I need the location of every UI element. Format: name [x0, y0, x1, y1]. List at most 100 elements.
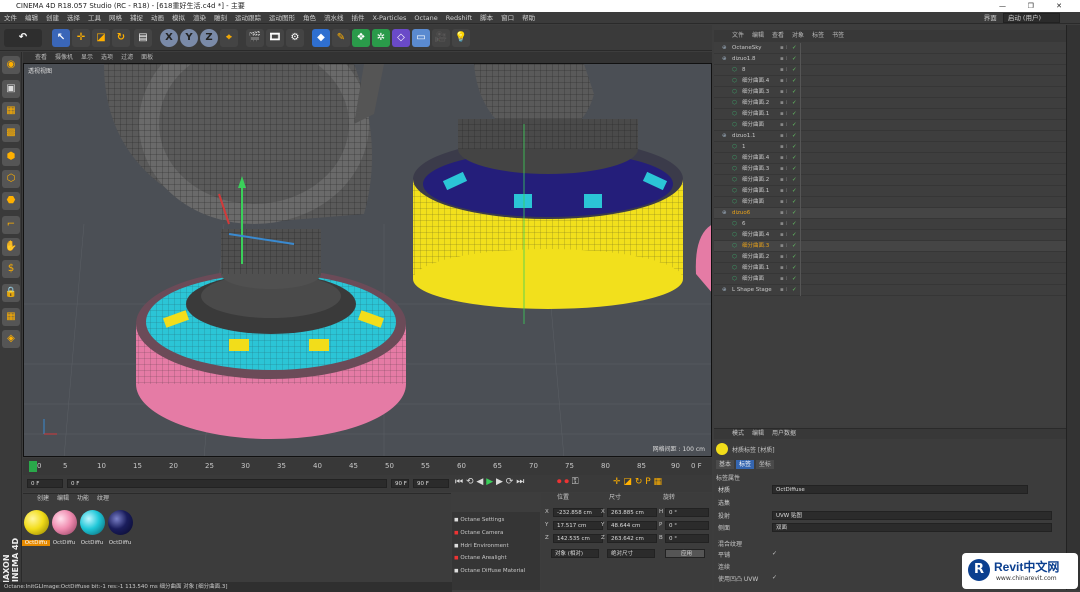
timeline[interactable]: 0 5 10 15 20 25 30 35 40 45 50 55 60 65 … — [23, 458, 712, 475]
object-name[interactable]: 细分曲面 — [742, 274, 764, 285]
menu-item[interactable]: 工具 — [84, 14, 105, 22]
visibility-dots[interactable]: ▪ ⁞ — [780, 43, 787, 54]
object-row[interactable]: ⬡ 6 ▪ ⁞ ✓ — [714, 219, 1066, 230]
projection-select[interactable]: UVW 贴图 — [772, 511, 1052, 520]
object-name[interactable]: 细分曲面.3 — [742, 164, 769, 175]
object-row[interactable]: ⬡ 细分曲面.3 ▪ ⁞ ✓ — [714, 87, 1066, 98]
key-rotation-icon[interactable]: ↻ — [635, 477, 643, 487]
menu-item[interactable]: 窗口 — [497, 14, 518, 22]
material-menu-item[interactable]: 创建 — [33, 495, 53, 502]
pen-icon[interactable]: ✎ — [332, 29, 350, 47]
go-start-icon[interactable]: ⏮ — [455, 477, 463, 487]
enable-check-icon[interactable]: ✓ — [792, 131, 797, 142]
object-name[interactable]: 细分曲面 — [742, 120, 764, 131]
menu-item[interactable]: 角色 — [299, 14, 320, 22]
position-x-field[interactable]: -232.858 cm — [553, 508, 603, 517]
object-name[interactable]: 细分曲面.3 — [742, 241, 769, 252]
prev-key-icon[interactable]: ⟲ — [466, 477, 474, 487]
enable-check-icon[interactable]: ✓ — [792, 98, 797, 109]
close-button[interactable]: ✕ — [1046, 0, 1072, 12]
object-menu-item[interactable]: 查看 — [768, 32, 788, 39]
object-name[interactable]: 细分曲面.4 — [742, 76, 769, 87]
record-icon[interactable]: ⏺ — [557, 477, 562, 487]
visibility-dots[interactable]: ▪ ⁞ — [780, 109, 787, 120]
key-param-icon[interactable]: P — [645, 477, 650, 487]
object-row[interactable]: ⊕ dizuo1.1 ▪ ⁞ ✓ — [714, 131, 1066, 142]
deformer-icon[interactable]: ◇ — [392, 29, 410, 47]
enable-check-icon[interactable]: ✓ — [792, 120, 797, 131]
octane-menu-item[interactable]: ◼ Hdri Environment — [454, 540, 540, 553]
key-scale-icon[interactable]: ◪ — [623, 477, 632, 487]
object-name[interactable]: dizuo6 — [732, 208, 750, 219]
visibility-dots[interactable]: ▪ ⁞ — [780, 65, 787, 76]
menu-item[interactable]: 编辑 — [21, 14, 42, 22]
visibility-dots[interactable]: ▪ ⁞ — [780, 175, 787, 186]
size-mode-select[interactable]: 绝对尺寸 — [607, 549, 655, 558]
enable-check-icon[interactable]: ✓ — [792, 65, 797, 76]
octane-menu-item[interactable]: ◼ Octane Camera — [454, 527, 540, 540]
prev-frame-icon[interactable]: ◀ — [476, 477, 483, 487]
menu-item[interactable]: 脚本 — [476, 14, 497, 22]
coordinate-system-icon[interactable]: ⌖ — [220, 29, 238, 47]
model-mode-icon[interactable]: ▣ — [2, 80, 20, 98]
move-icon[interactable]: ✛ — [72, 29, 90, 47]
menu-item[interactable]: 模拟 — [168, 14, 189, 22]
enable-check-icon[interactable]: ✓ — [792, 186, 797, 197]
max-frame-field[interactable]: 90 F — [413, 479, 449, 488]
apply-button[interactable]: 应用 — [665, 549, 705, 558]
enable-check-icon[interactable]: ✓ — [792, 252, 797, 263]
render-settings-icon[interactable]: ⚙ — [286, 29, 304, 47]
scale-icon[interactable]: ◪ — [92, 29, 110, 47]
cube-icon[interactable]: ◆ — [312, 29, 330, 47]
coord-mode-select[interactable]: 对象 (相对) — [551, 549, 599, 558]
layout-select[interactable]: 启动 (用户) — [1002, 13, 1060, 23]
menu-item[interactable]: 文件 — [0, 14, 21, 22]
subdivision-icon[interactable]: ❖ — [352, 29, 370, 47]
snap-icon[interactable]: $ — [2, 260, 20, 278]
render-picture-viewer-icon[interactable]: 🎞 — [266, 29, 284, 47]
viewport-menu-item[interactable]: 显示 — [77, 54, 97, 61]
material-swatch[interactable] — [80, 510, 105, 535]
cloner-icon[interactable]: ✲ — [372, 29, 390, 47]
attr-tab[interactable]: 基本 — [716, 460, 735, 469]
polygons-mode-icon[interactable]: ⬣ — [2, 192, 20, 210]
visibility-dots[interactable]: ▪ ⁞ — [780, 54, 787, 65]
object-name[interactable]: 细分曲面.1 — [742, 109, 769, 120]
object-row[interactable]: ⬡ 细分曲面.4 ▪ ⁞ ✓ — [714, 153, 1066, 164]
bump-uvw-checkbox[interactable]: ✓ — [772, 574, 777, 581]
object-name[interactable]: 8 — [742, 65, 746, 76]
menu-item[interactable]: Octane — [410, 14, 441, 22]
octane-menu-item[interactable]: ◼ Octane Diffuse Material — [454, 565, 540, 578]
enable-check-icon[interactable]: ✓ — [792, 230, 797, 241]
object-name[interactable]: dizuo1.8 — [732, 54, 756, 65]
visibility-dots[interactable]: ▪ ⁞ — [780, 263, 787, 274]
menu-item[interactable]: Redshift — [442, 14, 476, 22]
object-row[interactable]: ⬡ 细分曲面.1 ▪ ⁞ ✓ — [714, 263, 1066, 274]
viewport-menu-item[interactable]: 过滤 — [117, 54, 137, 61]
object-row[interactable]: ⬡ 细分曲面.2 ▪ ⁞ ✓ — [714, 175, 1066, 186]
visibility-dots[interactable]: ▪ ⁞ — [780, 274, 787, 285]
z-axis-icon[interactable]: Z — [200, 29, 218, 47]
visibility-dots[interactable]: ▪ ⁞ — [780, 186, 787, 197]
material-swatch[interactable] — [24, 510, 49, 535]
menu-item[interactable]: 插件 — [348, 14, 369, 22]
octane-menu-item[interactable]: ◼ Octane Settings — [454, 514, 540, 527]
object-row[interactable]: ⊕ L Shape Stage ▪ ⁞ ✓ — [714, 285, 1066, 296]
attr-tab[interactable]: 标签 — [735, 460, 754, 469]
play-icon[interactable]: ▶ — [486, 477, 493, 487]
render-view-icon[interactable]: 🎬 — [246, 29, 264, 47]
frame-range-slider[interactable]: 0 F — [67, 479, 387, 488]
floor-icon[interactable]: ▭ — [412, 29, 430, 47]
object-name[interactable]: 细分曲面.2 — [742, 98, 769, 109]
key-pla-icon[interactable]: ▦ — [654, 477, 663, 487]
enable-check-icon[interactable]: ✓ — [792, 263, 797, 274]
visibility-dots[interactable]: ▪ ⁞ — [780, 285, 787, 296]
viewport-menu-item[interactable]: 面板 — [137, 54, 157, 61]
object-menu-item[interactable]: 编辑 — [748, 32, 768, 39]
enable-check-icon[interactable]: ✓ — [792, 274, 797, 285]
enable-check-icon[interactable]: ✓ — [792, 109, 797, 120]
object-name[interactable]: 细分曲面.4 — [742, 153, 769, 164]
object-name[interactable]: 细分曲面.4 — [742, 230, 769, 241]
position-z-field[interactable]: 142.535 cm — [553, 534, 603, 543]
object-menu-item[interactable]: 书签 — [828, 32, 848, 39]
